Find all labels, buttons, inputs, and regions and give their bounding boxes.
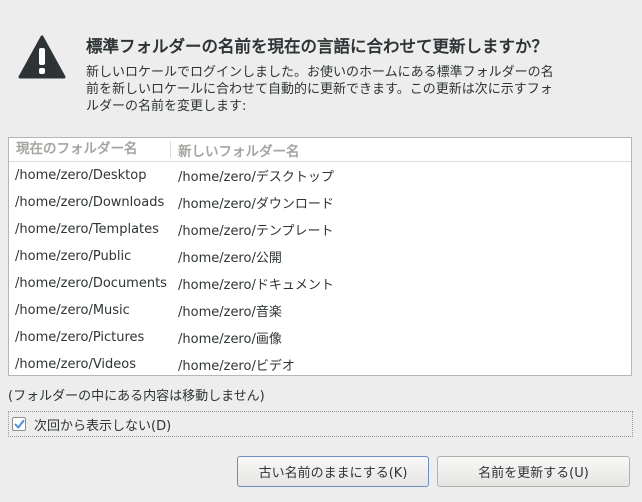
update-names-button[interactable]: 名前を更新する(U) (437, 456, 630, 487)
dont-show-again-row[interactable]: 次回から表示しない(D) (8, 411, 633, 437)
new-folder-cell: /home/zero/テンプレート (178, 224, 334, 239)
table-row[interactable]: /home/zero/Public /home/zero/公開 (9, 243, 631, 270)
table-row[interactable]: /home/zero/Templates /home/zero/テンプレート (9, 216, 631, 243)
message-line: 新しいロケールでログインしました。お使いのホームにある標準フォルダーの名 (86, 65, 554, 80)
new-folder-cell: /home/zero/画像 (178, 332, 282, 347)
warning-icon (18, 35, 66, 79)
new-folder-cell: /home/zero/公開 (178, 251, 282, 266)
folder-rename-table[interactable]: 現在のフォルダー名 新しいフォルダー名 /home/zero/Desktop /… (8, 137, 632, 376)
folder-rename-dialog: 標準フォルダーの名前を現在の言語に合わせて更新しますか？ 新しいロケールでログイ… (0, 0, 642, 502)
new-folder-cell: /home/zero/ビデオ (178, 359, 295, 374)
table-row[interactable]: /home/zero/Documents /home/zero/ドキュメント (9, 270, 631, 297)
current-folder-cell: /home/zero/Downloads (15, 195, 165, 210)
dont-show-again-label[interactable]: 次回から表示しない(D) (34, 415, 171, 434)
table-row[interactable]: /home/zero/Videos /home/zero/ビデオ (9, 351, 631, 375)
message-line: ルダーの名前を変更します: (86, 99, 247, 114)
column-header-new[interactable]: 新しいフォルダー名 (171, 140, 300, 160)
table-row[interactable]: /home/zero/Desktop /home/zero/デスクトップ (9, 162, 631, 189)
current-folder-cell: /home/zero/Templates (15, 222, 159, 237)
table-header: 現在のフォルダー名 新しいフォルダー名 (9, 138, 631, 162)
new-folder-cell: /home/zero/デスクトップ (178, 170, 334, 185)
table-row[interactable]: /home/zero/Music /home/zero/音楽 (9, 297, 631, 324)
checkmark-icon (14, 419, 24, 428)
current-folder-cell: /home/zero/Documents (15, 276, 167, 291)
current-folder-cell: /home/zero/Public (15, 249, 132, 264)
dialog-message: 新しいロケールでログインしました。お使いのホームにある標準フォルダーの名 前を新… (86, 64, 634, 115)
current-folder-cell: /home/zero/Pictures (15, 330, 145, 345)
keep-old-names-button[interactable]: 古い名前のままにする(K) (237, 456, 429, 487)
current-folder-cell: /home/zero/Music (15, 303, 130, 318)
dont-show-again-checkbox[interactable] (12, 417, 26, 431)
new-folder-cell: /home/zero/音楽 (178, 305, 282, 320)
message-line: 前を新しいロケールに合わせて自動的に更新できます。この更新は次に示すフォ (86, 82, 553, 97)
column-header-current[interactable]: 現在のフォルダー名 (9, 141, 171, 158)
current-folder-cell: /home/zero/Desktop (15, 168, 147, 183)
table-row[interactable]: /home/zero/Pictures /home/zero/画像 (9, 324, 631, 351)
current-folder-cell: /home/zero/Videos (15, 357, 137, 372)
contents-not-moved-note: (フォルダーの中にある内容は移動しません) (8, 389, 265, 404)
dialog-heading: 標準フォルダーの名前を現在の言語に合わせて更新しますか？ (86, 37, 548, 56)
table-row[interactable]: /home/zero/Downloads /home/zero/ダウンロード (9, 189, 631, 216)
new-folder-cell: /home/zero/ダウンロード (178, 197, 334, 212)
new-folder-cell: /home/zero/ドキュメント (178, 278, 334, 293)
